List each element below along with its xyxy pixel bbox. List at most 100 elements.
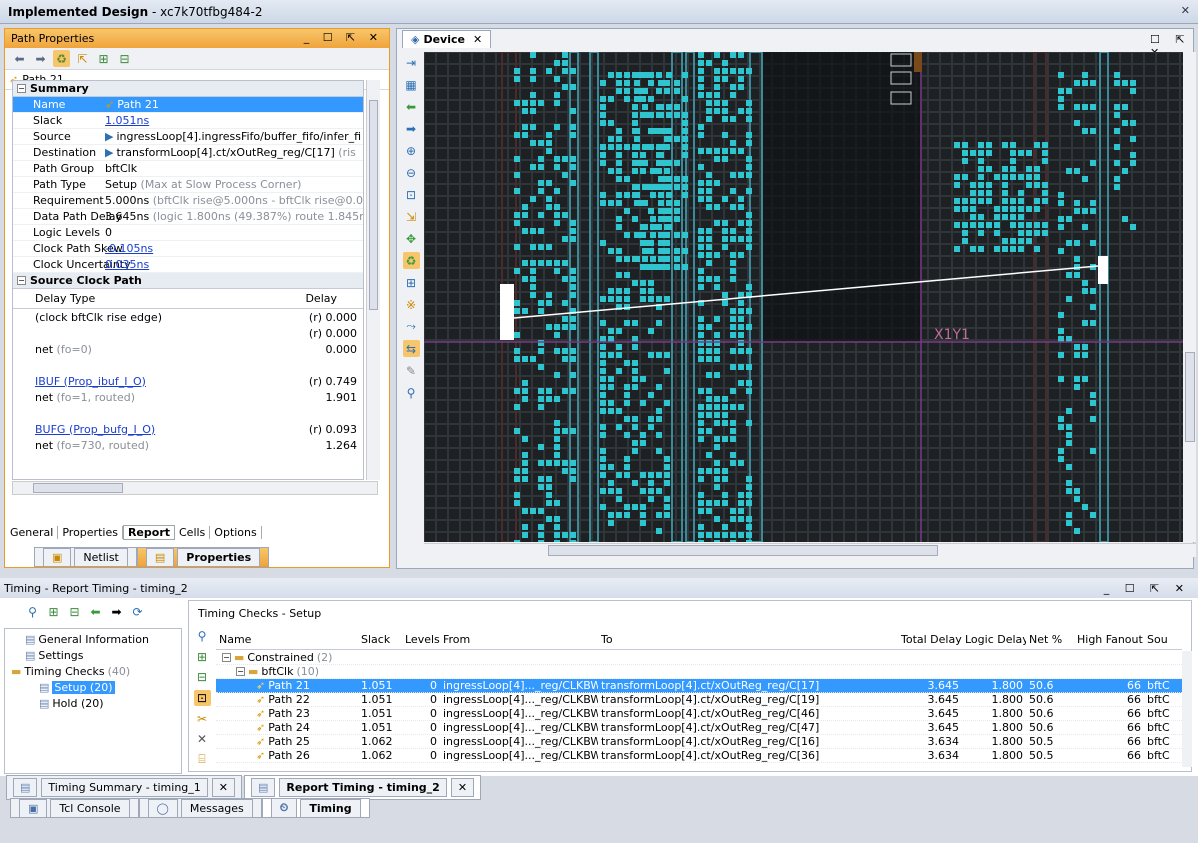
column-header[interactable]: Net %	[1026, 633, 1074, 646]
summary-section-header[interactable]: − Summary	[13, 81, 363, 97]
source-clock-section-header[interactable]: − Source Clock Path	[13, 273, 363, 289]
search-icon[interactable]: ⚲	[194, 628, 211, 645]
delay-row[interactable]: net (fo=0) 0.000	[13, 341, 363, 357]
routing-icon[interactable]: ✥	[403, 230, 420, 247]
column-header[interactable]: Logic Delay	[962, 633, 1026, 646]
expand-all-icon[interactable]: ⊞	[95, 50, 112, 67]
collapse-icon[interactable]: −	[222, 653, 231, 662]
device-tab[interactable]: ◈ Device ✕	[402, 30, 492, 48]
close-tab-icon[interactable]: ✕	[211, 777, 235, 797]
property-row[interactable]: Path Group bftClk	[13, 161, 363, 177]
grid-icon[interactable]: ▦	[403, 76, 420, 93]
delay-row[interactable]: BUFG (Prop_bufg_I_O) (r) 0.093	[13, 421, 363, 437]
expand-all-icon[interactable]: ⊞	[45, 603, 62, 620]
property-value-text[interactable]: 1.051ns	[105, 114, 149, 127]
group-icon[interactable]: ⊡	[193, 689, 211, 707]
close-tab-icon[interactable]: ✕	[473, 33, 482, 46]
property-row[interactable]: Logic Levels 0	[13, 225, 363, 241]
back-icon[interactable]: ⬅	[87, 603, 104, 620]
tab-report[interactable]: Report	[122, 524, 175, 540]
delay-row[interactable]: (r) 0.000	[13, 325, 363, 341]
add-icon[interactable]: ⊞	[403, 274, 420, 291]
column-header[interactable]: Name	[216, 633, 358, 646]
collapse-icon[interactable]: −	[17, 276, 26, 285]
zoom-selection-icon[interactable]: ⇲	[403, 208, 420, 225]
tab-cells[interactable]: Cells	[175, 525, 211, 539]
property-value-text[interactable]: 0.035ns	[105, 258, 149, 271]
auto-fit-icon[interactable]: ♻	[402, 252, 420, 269]
collapse-icon[interactable]: −	[236, 667, 245, 676]
delay-row[interactable]	[13, 405, 363, 421]
device-horizontal-scrollbar[interactable]	[424, 543, 1196, 557]
column-header[interactable]: Levels	[402, 633, 440, 646]
delay-row[interactable]: net (fo=730, routed) 1.264	[13, 437, 363, 453]
property-row[interactable]: Requirement 5.000ns (bftClk rise@5.000ns …	[13, 193, 363, 209]
search-icon[interactable]: ⚲	[403, 384, 420, 401]
highlight-icon[interactable]: ✂	[194, 710, 211, 727]
delay-type[interactable]: IBUF (Prop_ibuf_I_O)	[35, 375, 146, 388]
back-icon[interactable]: ⬅	[403, 98, 420, 115]
delay-type-column-header[interactable]: Delay Type	[35, 292, 95, 305]
zoom-out-icon[interactable]: ⊖	[403, 164, 420, 181]
tree-item[interactable]: ▤ Hold (20)	[5, 695, 181, 711]
tab-options[interactable]: Options	[210, 525, 262, 539]
table-row[interactable]: ➶ Path 21 1.051 0 ingressLoop[4]..._reg/CLKB…	[216, 679, 1182, 693]
tab-properties[interactable]: ▤ Properties	[136, 547, 270, 567]
console-tab[interactable]: ◯ Messages	[138, 798, 262, 818]
forward-icon[interactable]: ➡	[403, 120, 420, 137]
delay-row[interactable]: net (fo=1, routed) 1.901	[13, 389, 363, 405]
console-tab[interactable]: ⏲ Timing	[261, 798, 370, 818]
pin-icon[interactable]: ✎	[403, 362, 420, 379]
close-tab-icon[interactable]: ✕	[450, 777, 475, 797]
properties-vertical-scrollbar[interactable]	[366, 80, 380, 480]
timing-window-controls[interactable]: _ ☐ ⇱ ✕	[1104, 582, 1190, 595]
timing-vertical-scrollbar[interactable]	[1182, 651, 1192, 767]
schematic-icon[interactable]: ⌸	[194, 751, 211, 768]
forward-icon[interactable]: ➡	[108, 603, 125, 620]
route-icon[interactable]: ⤳	[403, 318, 420, 335]
device-vertical-scrollbar[interactable]	[1184, 52, 1196, 542]
console-tab[interactable]: ▣ Tcl Console	[10, 798, 139, 818]
collapse-all-icon[interactable]: ⊟	[194, 669, 211, 686]
close-window-icon[interactable]: ✕	[1181, 4, 1190, 17]
column-header[interactable]: From	[440, 633, 598, 646]
property-row[interactable]: Clock Path Skew -0.105ns	[13, 241, 363, 257]
column-header[interactable]: High Fanout	[1074, 633, 1144, 646]
delay-column-header[interactable]: Delay	[305, 292, 337, 305]
column-header[interactable]: Total Delay	[898, 633, 962, 646]
delay-type[interactable]: BUFG (Prop_bufg_I_O)	[35, 423, 155, 436]
property-row[interactable]: Name ➶ Path 21	[13, 97, 363, 113]
tree-item[interactable]: ▬ Timing Checks (40)	[5, 663, 181, 679]
delay-row[interactable]	[13, 357, 363, 373]
property-row[interactable]: Slack 1.051ns	[13, 113, 363, 129]
property-row[interactable]: Data Path Delay 3.645ns (logic 1.800ns (4…	[13, 209, 363, 225]
collapse-icon[interactable]: −	[17, 84, 26, 93]
delay-row[interactable]: IBUF (Prop_ibuf_I_O) (r) 0.749	[13, 373, 363, 389]
table-row[interactable]: ➶ Path 24 1.051 0 ingressLoop[4]..._reg/CLKB…	[216, 721, 1182, 735]
table-row[interactable]: ➶ Path 26 1.062 0 ingressLoop[4]..._reg/CLKB…	[216, 749, 1182, 763]
property-row[interactable]: Clock Uncertainty 0.035ns	[13, 257, 363, 273]
table-group-row[interactable]: − ▬ bftClk (10)	[216, 665, 1182, 679]
column-header[interactable]: Sou	[1144, 633, 1174, 646]
table-row[interactable]: ➶ Path 23 1.051 0 ingressLoop[4]..._reg/CLKB…	[216, 707, 1182, 721]
device-canvas[interactable]: X1Y1	[424, 52, 1183, 542]
refresh-icon[interactable]: ⟳	[129, 603, 146, 620]
tree-item[interactable]: ▤ Settings	[5, 647, 181, 663]
table-group-row[interactable]: − ▬ Constrained (2)	[216, 651, 1182, 665]
forward-arrow-icon[interactable]: ➡	[32, 50, 49, 67]
report-tab[interactable]: ▤ Report Timing - timing_2 ✕	[244, 774, 482, 800]
search-icon[interactable]: ⚲	[24, 603, 41, 620]
panel-window-controls[interactable]: _ ☐ ⇱ ✕	[304, 31, 383, 44]
collapse-all-icon[interactable]: ⊟	[116, 50, 133, 67]
property-value-text[interactable]: -0.105ns	[105, 242, 153, 255]
device-view[interactable]: X1Y1	[424, 52, 1183, 542]
tab-general[interactable]: General	[6, 525, 59, 539]
table-row[interactable]: ➶ Path 22 1.051 0 ingressLoop[4]..._reg/CLKB…	[216, 693, 1182, 707]
properties-horizontal-scrollbar[interactable]	[12, 481, 378, 495]
delay-row[interactable]: (clock bftClk rise edge) (r) 0.000	[13, 309, 363, 325]
delete-icon[interactable]: ✕	[194, 731, 211, 748]
net-icon[interactable]: ※	[403, 296, 420, 313]
tab-netlist[interactable]: ▣ Netlist	[34, 547, 137, 567]
property-row[interactable]: Source ▶ ingressLoop[4].ingressFifo/buffer…	[13, 129, 363, 145]
tree-item[interactable]: ▤ Setup (20)	[5, 679, 181, 695]
